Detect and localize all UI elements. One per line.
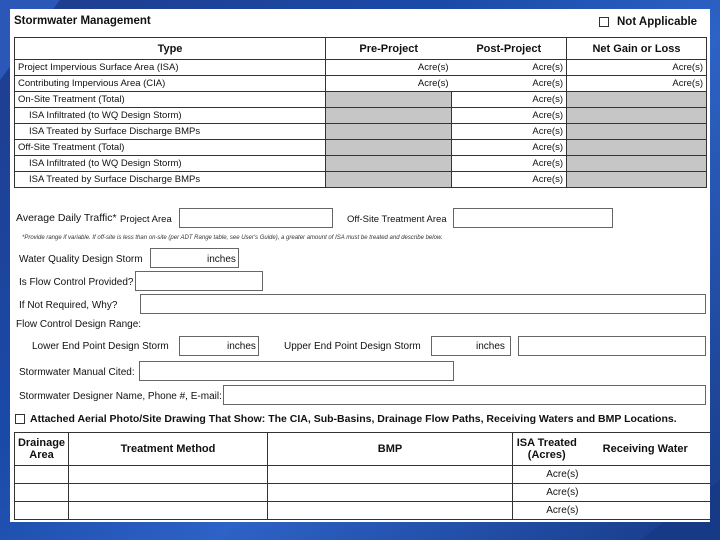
stormwater-form: Stormwater Management Not Applicable Typ…: [10, 9, 710, 522]
isa-treated-cell[interactable]: Acre(s): [512, 501, 581, 520]
bmp-cell[interactable]: [267, 501, 513, 520]
offsite-area-label: Off-Site Treatment Area: [347, 214, 447, 225]
receiving-water-cell[interactable]: [580, 483, 710, 502]
lower-storm-unit: inches: [227, 341, 256, 352]
col-pre-project: Pre-Project: [325, 37, 452, 60]
receiving-water-cell[interactable]: [580, 465, 710, 484]
pre-project-cell[interactable]: Acre(s): [325, 59, 452, 76]
post-project-cell[interactable]: Acre(s): [451, 171, 567, 188]
table-row: Off-Site Treatment (Total) Acre(s): [14, 139, 707, 156]
net-gain-cell-disabled: [566, 155, 707, 172]
row-label: Contributing Impervious Area (CIA): [14, 75, 326, 92]
net-gain-cell-disabled: [566, 171, 707, 188]
receiving-water-cell[interactable]: [580, 501, 710, 520]
table-row: Contributing Impervious Area (CIA) Acre(…: [14, 75, 707, 92]
drainage-area-cell[interactable]: [14, 483, 69, 502]
upper-storm-label: Upper End Point Design Storm: [284, 341, 421, 352]
pre-project-cell-disabled: [325, 123, 452, 140]
row-label: On-Site Treatment (Total): [14, 91, 326, 108]
manual-label: Stormwater Manual Cited:: [19, 367, 135, 378]
flow-control-label: Is Flow Control Provided?: [19, 277, 134, 288]
table-row: Acre(s): [14, 465, 710, 484]
designer-label: Stormwater Designer Name, Phone #, E-mai…: [19, 391, 222, 402]
post-project-cell[interactable]: Acre(s): [451, 59, 567, 76]
net-gain-cell[interactable]: Acre(s): [566, 75, 707, 92]
col-isa-treated: ISA Treated (Acres): [512, 432, 581, 466]
attached-checkbox[interactable]: [15, 414, 25, 424]
table-row: On-Site Treatment (Total) Acre(s): [14, 91, 707, 108]
isa-treated-cell[interactable]: Acre(s): [512, 465, 581, 484]
treatment-method-cell[interactable]: [68, 465, 268, 484]
row-label: Off-Site Treatment (Total): [14, 139, 326, 156]
col-type: Type: [14, 37, 326, 60]
net-gain-cell-disabled: [566, 91, 707, 108]
drainage-area-cell[interactable]: [14, 501, 69, 520]
row-label: ISA Treated by Surface Discharge BMPs: [14, 123, 326, 140]
design-range-label: Flow Control Design Range:: [16, 319, 142, 330]
post-project-cell[interactable]: Acre(s): [451, 107, 567, 124]
row-label: ISA Infiltrated (to WQ Design Storm): [14, 155, 326, 172]
project-area-input[interactable]: [179, 208, 333, 228]
offsite-area-input[interactable]: [453, 208, 613, 228]
bmp-table: Drainage Area Treatment Method BMP ISA T…: [14, 432, 710, 520]
drainage-area-cell[interactable]: [14, 465, 69, 484]
designer-input[interactable]: [223, 385, 706, 405]
treatment-method-cell[interactable]: [68, 501, 268, 520]
traffic-note: *Provide range if variable. If off-site …: [22, 235, 443, 241]
wq-storm-unit: inches: [207, 254, 236, 265]
row-label: Project Impervious Surface Area (ISA): [14, 59, 326, 76]
area-summary-table: Type Pre-Project Post-Project Net Gain o…: [14, 37, 707, 188]
col-receiving-water: Receiving Water: [580, 432, 710, 466]
why-label: If Not Required, Why?: [19, 300, 118, 311]
isa-treated-cell[interactable]: Acre(s): [512, 483, 581, 502]
pre-project-cell-disabled: [325, 139, 452, 156]
col-bmp: BMP: [267, 432, 513, 466]
table-row: Acre(s): [14, 483, 710, 502]
row-label: ISA Infiltrated (to WQ Design Storm): [14, 107, 326, 124]
traffic-label: Average Daily Traffic*: [16, 212, 117, 224]
net-gain-cell[interactable]: Acre(s): [566, 59, 707, 76]
table-row: ISA Treated by Surface Discharge BMPs Ac…: [14, 123, 707, 140]
net-gain-cell-disabled: [566, 123, 707, 140]
upper-storm-unit: inches: [476, 341, 505, 352]
post-project-cell[interactable]: Acre(s): [451, 75, 567, 92]
why-input[interactable]: [140, 294, 706, 314]
table-row: Project Impervious Surface Area (ISA) Ac…: [14, 59, 707, 76]
net-gain-cell-disabled: [566, 139, 707, 156]
pre-project-cell[interactable]: Acre(s): [325, 75, 452, 92]
col-drainage-area: Drainage Area: [14, 432, 69, 466]
flow-control-input[interactable]: [135, 271, 263, 291]
post-project-cell[interactable]: Acre(s): [451, 155, 567, 172]
col-post-project: Post-Project: [451, 37, 567, 60]
pre-project-cell-disabled: [325, 155, 452, 172]
upper-storm-extra-input[interactable]: [518, 336, 706, 356]
lower-storm-label: Lower End Point Design Storm: [32, 341, 169, 352]
bmp-cell[interactable]: [267, 483, 513, 502]
row-label: ISA Treated by Surface Discharge BMPs: [14, 171, 326, 188]
treatment-method-cell[interactable]: [68, 483, 268, 502]
project-area-label: Project Area: [120, 214, 172, 225]
not-applicable-checkbox[interactable]: [599, 17, 609, 27]
wq-storm-label: Water Quality Design Storm: [19, 254, 143, 265]
attached-label: Attached Aerial Photo/Site Drawing That …: [30, 413, 677, 425]
post-project-cell[interactable]: Acre(s): [451, 91, 567, 108]
post-project-cell[interactable]: Acre(s): [451, 139, 567, 156]
table-row: ISA Treated by Surface Discharge BMPs Ac…: [14, 171, 707, 188]
table-row: ISA Infiltrated (to WQ Design Storm) Acr…: [14, 107, 707, 124]
pre-project-cell-disabled: [325, 107, 452, 124]
manual-input[interactable]: [139, 361, 454, 381]
col-net-gain: Net Gain or Loss: [566, 37, 707, 60]
post-project-cell[interactable]: Acre(s): [451, 123, 567, 140]
col-treatment-method: Treatment Method: [68, 432, 268, 466]
pre-project-cell-disabled: [325, 171, 452, 188]
table-row: Acre(s): [14, 501, 710, 520]
pre-project-cell-disabled: [325, 91, 452, 108]
bmp-cell[interactable]: [267, 465, 513, 484]
table-row: ISA Infiltrated (to WQ Design Storm) Acr…: [14, 155, 707, 172]
section-title: Stormwater Management: [14, 15, 151, 27]
not-applicable-label: Not Applicable: [617, 16, 698, 28]
net-gain-cell-disabled: [566, 107, 707, 124]
